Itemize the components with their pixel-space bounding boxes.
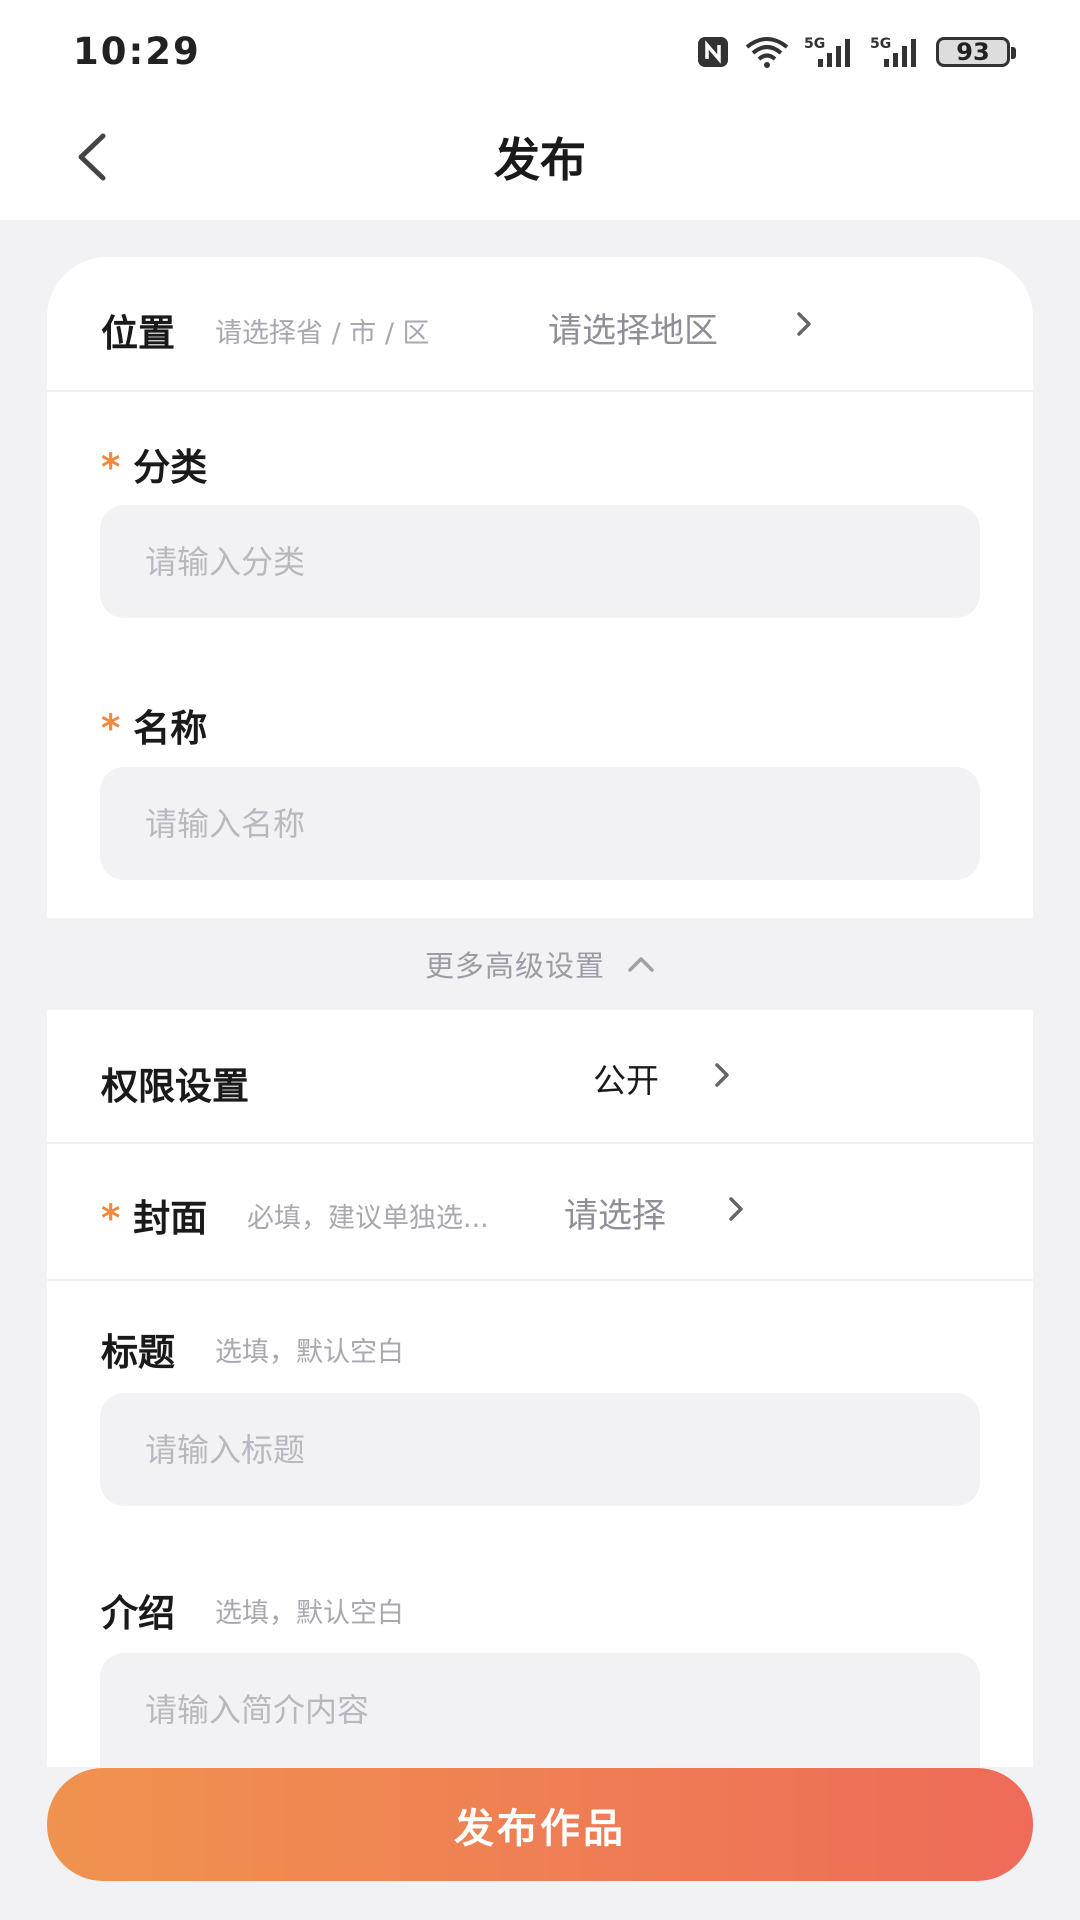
wifi-icon <box>744 35 790 69</box>
chevron-up-icon <box>628 957 654 972</box>
status-icons: 5G 5G 93 <box>696 32 1016 72</box>
location-hint: 请选择省 / 市 / 区 <box>215 318 430 349</box>
name-input[interactable] <box>100 767 980 880</box>
status-bar: 10:29 5G 5G 93 <box>0 0 1080 100</box>
permission-row[interactable]: 权限设置 公开 <box>47 1010 1033 1147</box>
name-label-text: 名称 <box>133 707 208 750</box>
publish-form-card: 位置 请选择省 / 市 / 区 请选择地区 * 分类 * 名称 更多高级设置 权… <box>47 257 1033 1777</box>
signal-5g-icon: 5G <box>804 35 856 69</box>
location-value: 请选择地区 <box>548 311 718 351</box>
category-label: * 分类 <box>101 437 207 491</box>
intro-hint: 选填，默认空白 <box>215 1598 404 1629</box>
cover-row[interactable]: * 封面 必填，建议单独选... 请选择 <box>47 1144 1033 1280</box>
chevron-right-icon <box>789 309 819 339</box>
advanced-settings-label: 更多高级设置 <box>424 949 605 983</box>
publish-button[interactable]: 发布作品 <box>47 1768 1033 1881</box>
page-title: 发布 <box>494 133 586 187</box>
svg-text:5G: 5G <box>870 36 891 52</box>
advanced-settings-toggle[interactable]: 更多高级设置 <box>47 918 1033 1010</box>
chevron-right-icon <box>707 1060 737 1090</box>
title-input[interactable] <box>100 1393 980 1506</box>
intro-input-box <box>100 1653 980 1777</box>
nfc-icon <box>696 35 730 69</box>
battery-icon: 93 <box>936 37 1016 67</box>
title-field-hint: 选填，默认空白 <box>215 1337 404 1368</box>
category-label-text: 分类 <box>133 446 208 489</box>
intro-input[interactable] <box>100 1653 980 1766</box>
required-mark: * <box>101 446 121 489</box>
svg-text:5G: 5G <box>804 36 825 52</box>
cover-label: * 封面 <box>101 1188 207 1242</box>
location-label: 位置 <box>101 312 175 355</box>
category-input[interactable] <box>100 505 980 618</box>
intro-label: 介绍 <box>101 1592 175 1635</box>
name-input-box <box>100 767 980 880</box>
category-input-box <box>100 505 980 618</box>
permission-label: 权限设置 <box>101 1065 249 1108</box>
title-field-label: 标题 <box>101 1331 175 1374</box>
required-mark: * <box>101 707 121 750</box>
permission-value: 公开 <box>593 1061 659 1100</box>
location-row[interactable]: 位置 请选择省 / 市 / 区 请选择地区 <box>47 257 1033 392</box>
title-input-box <box>100 1393 980 1506</box>
status-time: 10:29 <box>73 30 201 73</box>
name-label: * 名称 <box>101 698 207 752</box>
cover-value: 请选择 <box>564 1196 666 1236</box>
nav-bar: 发布 <box>0 100 1080 220</box>
required-mark: * <box>101 1197 121 1240</box>
signal-5g-icon-2: 5G <box>870 35 922 69</box>
divider <box>47 1279 1033 1281</box>
cover-label-text: 封面 <box>133 1197 208 1240</box>
cover-hint: 必填，建议单独选... <box>247 1203 489 1234</box>
chevron-right-icon <box>721 1194 751 1224</box>
